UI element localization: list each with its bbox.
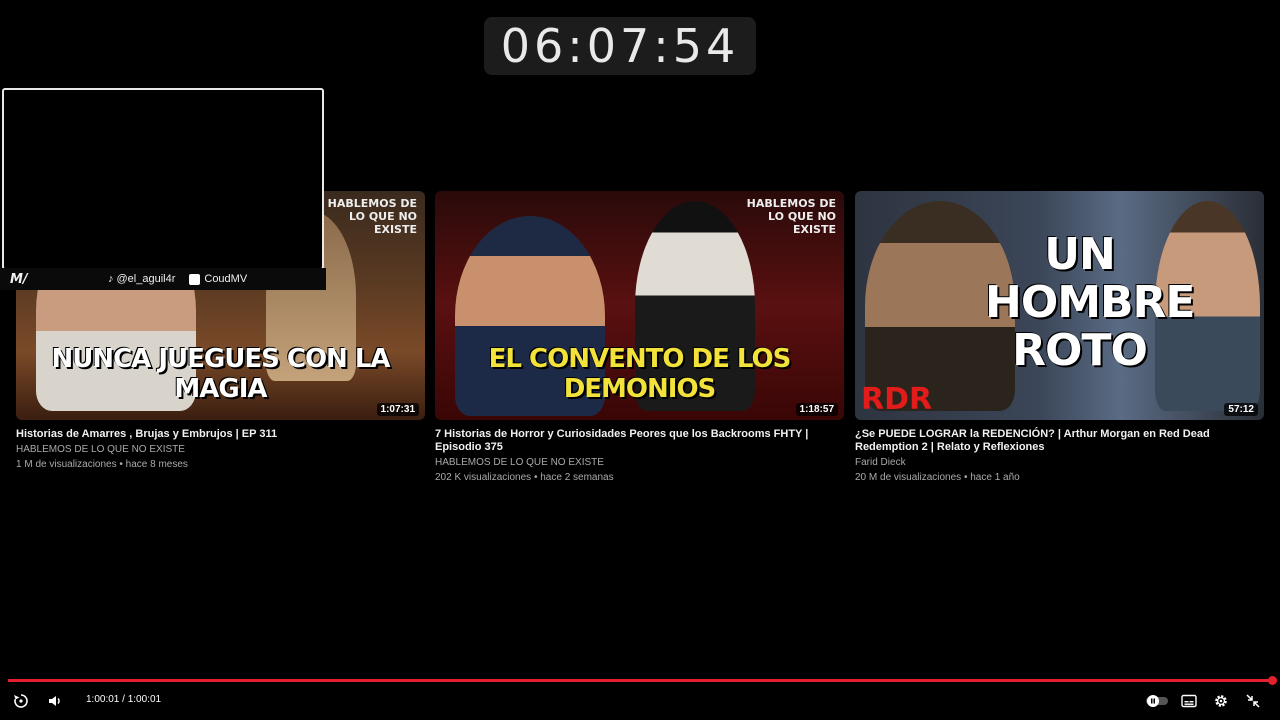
video-card[interactable]: RDR UN HOMBRE ROTO 57:12 ¿Se PUEDE LOGRA… [855,191,1264,484]
subtitles-button[interactable] [1178,690,1200,712]
video-duration: 1:07:31 [376,403,419,416]
player-controls: 1:00:01 / 1:00:01 [0,690,1280,712]
video-thumbnail[interactable]: HABLEMOS DE LO QUE NO EXISTE EL CONVENTO… [435,191,844,420]
progress-bar[interactable] [8,676,1277,685]
video-duration: 1:18:57 [795,403,838,416]
video-card[interactable]: HABLEMOS DE LO QUE NO EXISTE EL CONVENTO… [435,191,844,484]
autoplay-toggle[interactable] [1144,690,1170,712]
kick-handle: CoudMV [204,273,248,285]
clock-overlay: 06:07:54 [484,17,756,75]
tiktok-tag: ♪ @el_aguil4r [108,273,175,285]
autoplay-toggle-icon [1146,695,1168,707]
clock-time: 06:07:54 [500,19,740,73]
thumbnail-headline: EL CONVENTO DE LOS DEMONIOS [488,344,792,404]
kick-tag: CoudMV [189,273,247,285]
video-title[interactable]: 7 Historias de Horror y Curiosidades Peo… [435,428,844,454]
time-readout: 1:00:01 / 1:00:01 [86,694,162,705]
thumbnail-channel-mark: HABLEMOS DE LO QUE NO EXISTE [327,197,417,236]
video-title[interactable]: Historias de Amarres , Brujas y Embrujos… [16,428,425,441]
video-channel[interactable]: HABLEMOS DE LO QUE NO EXISTE [16,443,425,456]
video-meta: 1 M de visualizaciones • hace 8 meses [16,459,188,470]
kick-icon [189,273,201,285]
replay-button[interactable] [10,690,32,712]
thumbnail-headline: UN HOMBRE ROTO [985,229,1196,376]
volume-button[interactable] [44,690,66,712]
thumbnail-headline: NUNCA JUEGUES CON LA MAGIA [51,344,390,404]
video-channel[interactable]: Farid Dieck [855,456,1264,469]
video-thumbnail[interactable]: RDR UN HOMBRE ROTO 57:12 [855,191,1264,420]
exit-fullscreen-button[interactable] [1242,690,1264,712]
exit-fullscreen-icon [1246,694,1260,708]
video-channel[interactable]: HABLEMOS DE LO QUE NO EXISTE [435,456,844,469]
thumbnail-channel-mark: RDR [861,382,933,417]
volume-icon [49,696,60,706]
video-meta: 202 K visualizaciones • hace 2 semanas [435,472,614,483]
replay-icon [14,694,28,708]
subtitles-icon [1181,694,1197,708]
tiktok-icon: ♪ [108,273,114,285]
webcam-frame [2,88,324,270]
streamer-logo: M/ [10,271,28,287]
settings-icon [1215,695,1227,707]
thumbnail-channel-mark: HABLEMOS DE LO QUE NO EXISTE [746,197,836,236]
progress-scrubber[interactable] [1267,676,1277,685]
social-overlay: M/ ♪ @el_aguil4r CoudMV [0,268,326,290]
video-duration: 57:12 [1224,403,1258,416]
settings-button[interactable] [1210,690,1232,712]
tiktok-handle: @el_aguil4r [116,273,176,285]
progress-fill [8,679,1272,682]
video-title[interactable]: ¿Se PUEDE LOGRAR la REDENCIÓN? | Arthur … [855,428,1264,454]
video-meta: 20 M de visualizaciones • hace 1 año [855,472,1020,483]
